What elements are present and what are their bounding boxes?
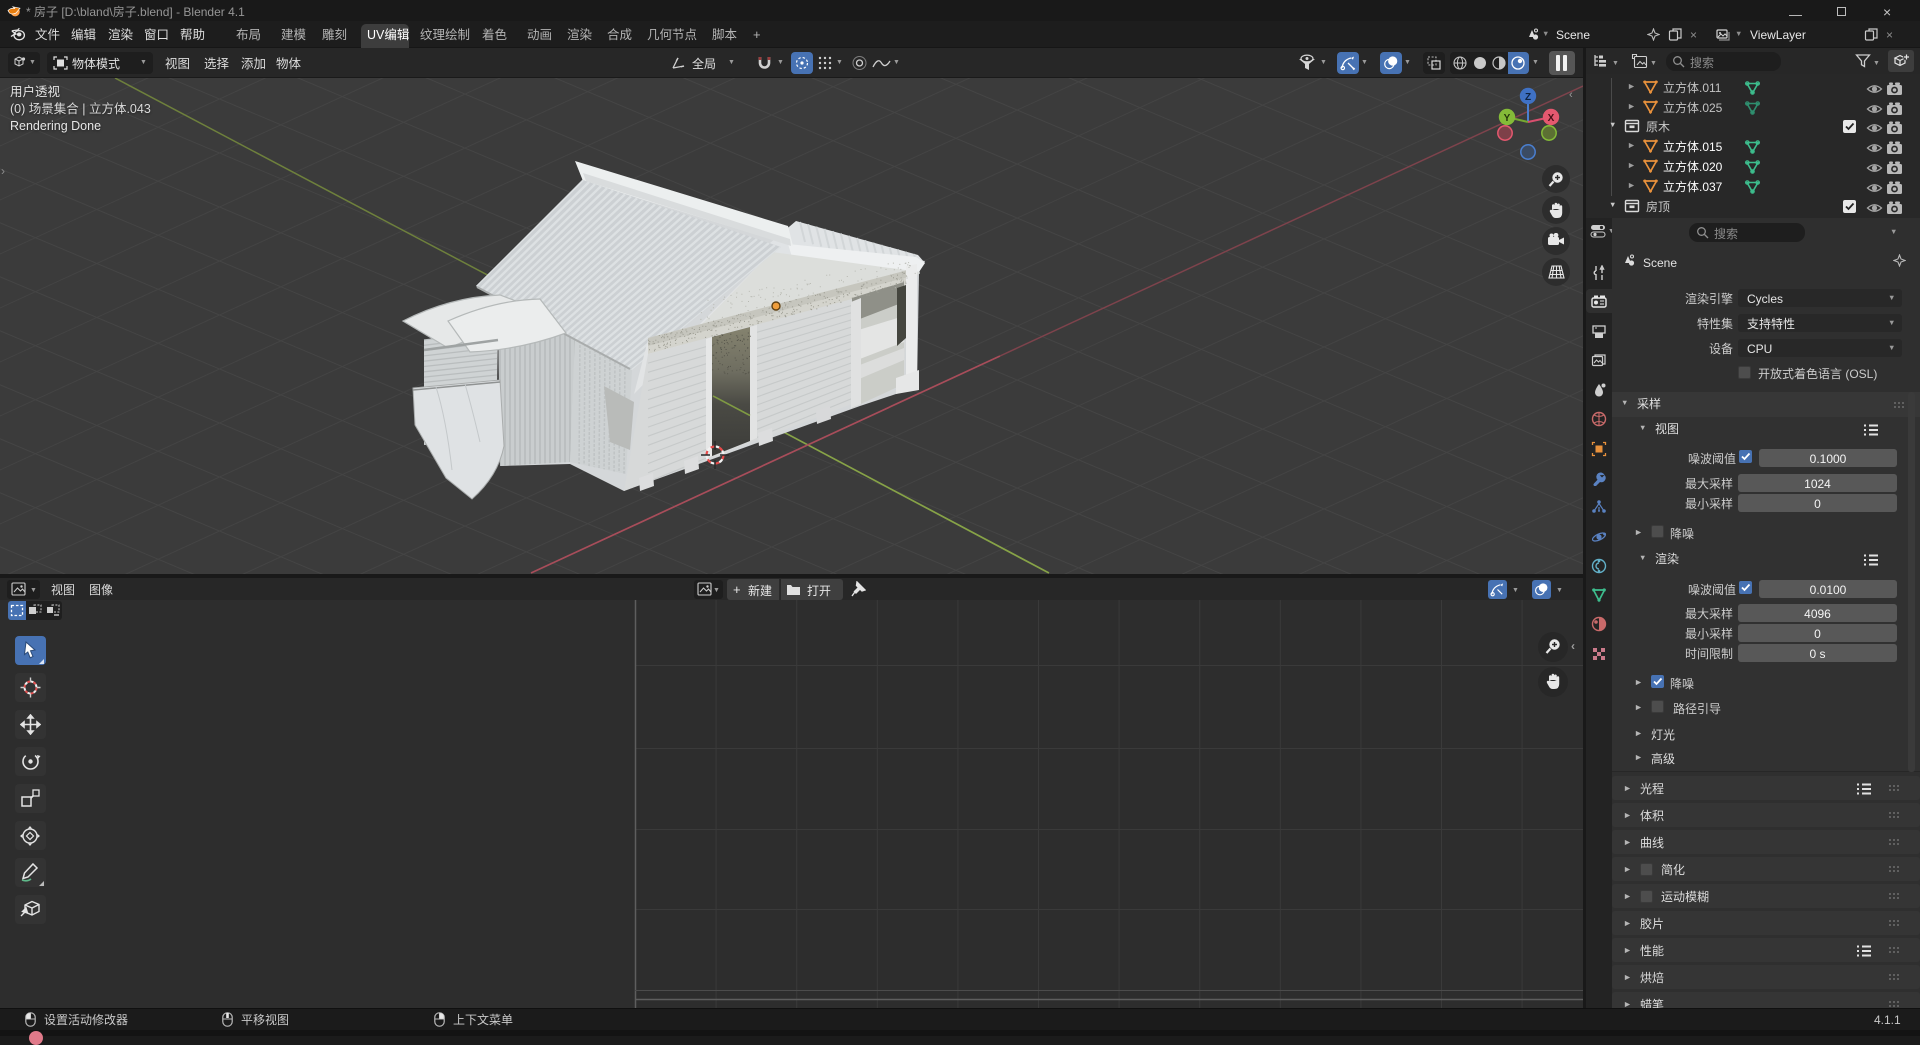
svg-text:Z: Z bbox=[1525, 92, 1531, 103]
svg-text:X: X bbox=[1548, 113, 1555, 124]
svg-text:Y: Y bbox=[1504, 113, 1511, 124]
